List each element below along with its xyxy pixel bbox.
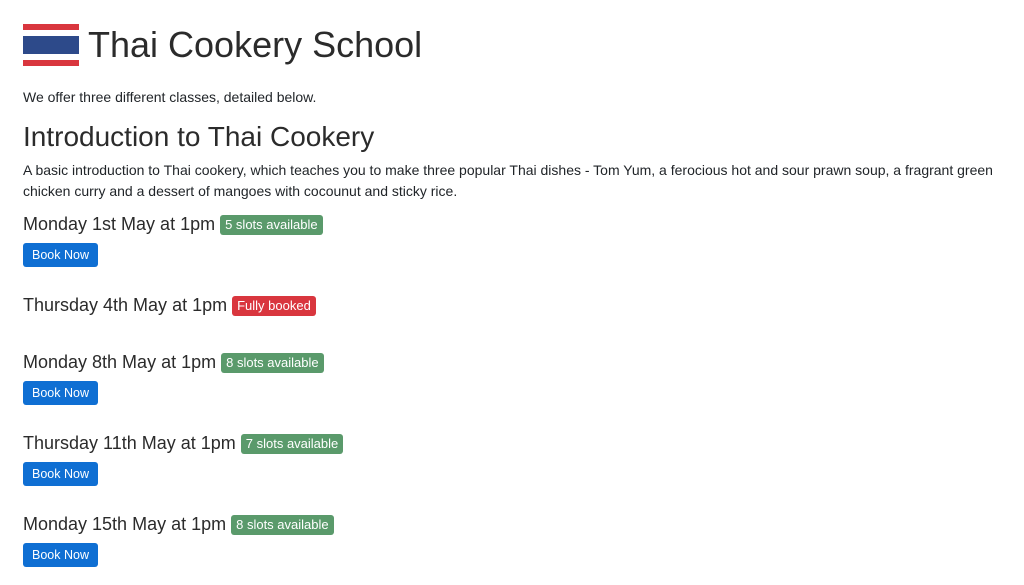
class-title: Introduction to Thai Cookery (23, 121, 375, 152)
session-date: Thursday 11th May at 1pm (23, 433, 236, 453)
availability-badge: 7 slots available (240, 433, 344, 454)
book-now-button[interactable]: Book Now (23, 543, 98, 567)
session-item: Thursday 4th May at 1pm Fully booked (23, 295, 316, 316)
session-date: Monday 1st May at 1pm (23, 214, 216, 234)
thai-flag-icon (23, 24, 79, 66)
session-heading: Thursday 4th May at 1pm Fully booked (23, 295, 316, 316)
session-item: Monday 15th May at 1pm 8 slots available… (23, 514, 334, 567)
availability-badge: 8 slots available (231, 514, 334, 535)
session-heading: Monday 15th May at 1pm 8 slots available (23, 514, 334, 535)
session-date: Monday 8th May at 1pm (23, 352, 217, 372)
class-description: A basic introduction to Thai cookery, wh… (23, 162, 993, 199)
book-now-button[interactable]: Book Now (23, 243, 98, 267)
session-item: Monday 1st May at 1pm 5 slots available … (23, 214, 323, 267)
intro-text: We offer three different classes, detail… (23, 89, 317, 105)
book-now-button[interactable]: Book Now (23, 381, 98, 405)
header: Thai Cookery School (23, 14, 422, 76)
session-heading: Monday 8th May at 1pm 8 slots available (23, 352, 324, 373)
session-heading: Monday 1st May at 1pm 5 slots available (23, 214, 323, 235)
session-heading: Thursday 11th May at 1pm 7 slots availab… (23, 433, 344, 454)
page: Thai Cookery School We offer three diffe… (0, 0, 1024, 585)
page-title: Thai Cookery School (88, 24, 423, 65)
session-item: Thursday 11th May at 1pm 7 slots availab… (23, 433, 344, 486)
availability-badge: 8 slots available (221, 352, 324, 373)
fully-booked-badge: Fully booked (232, 295, 316, 316)
availability-badge: 5 slots available (220, 214, 323, 235)
book-now-button[interactable]: Book Now (23, 462, 98, 486)
session-date: Thursday 4th May at 1pm (23, 295, 228, 315)
session-item: Monday 8th May at 1pm 8 slots available … (23, 352, 324, 405)
session-date: Monday 15th May at 1pm (23, 514, 227, 534)
